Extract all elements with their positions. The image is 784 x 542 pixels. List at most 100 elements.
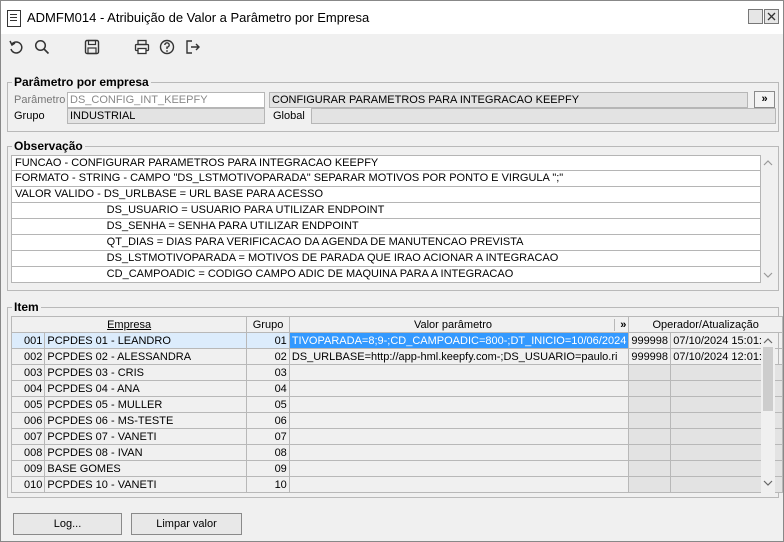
valor-cell[interactable] <box>288 428 630 445</box>
parametro-descricao: CONFIGURAR PARAMETROS PARA INTEGRACAO KE… <box>269 92 748 108</box>
observacao-line: CD_CAMPOADIC = CODIGO CAMPO ADIC DE MAQU… <box>11 267 761 283</box>
table-row[interactable]: 001 PCPDES 01 - LEANDRO 01 TIVOPARADA=8;9-;… <box>10 332 783 349</box>
col-header-valor[interactable]: Valor parâmetro» <box>288 316 630 333</box>
col-header-grupo[interactable]: Grupo <box>246 316 290 333</box>
table-row[interactable]: 010 PCPDES 10 - VANETI 10 <box>10 476 783 493</box>
grupo-cell: 09 <box>246 460 290 477</box>
global-label: Global <box>273 110 305 122</box>
empresa-cell: PCPDES 01 - LEANDRO <box>44 332 248 349</box>
document-icon <box>7 10 21 27</box>
global-field <box>311 108 776 124</box>
table-row[interactable]: 006 PCPDES 06 - MS-TESTE 06 <box>10 412 783 429</box>
observacao-line: VALOR VALIDO - DS_URLBASE = URL BASE PAR… <box>11 187 761 203</box>
valor-cell[interactable] <box>288 444 630 461</box>
empresa-cell: PCPDES 08 - IVAN <box>44 444 248 461</box>
observacao-group-title: Observação <box>12 139 85 153</box>
table-row[interactable]: 002 PCPDES 02 - ALESSANDRA 02 DS_URLBASE=ht… <box>10 348 783 365</box>
grupo-label: Grupo <box>14 110 45 122</box>
operador-cell: 999998 <box>628 348 672 365</box>
toolbar <box>1 34 783 60</box>
valor-cell[interactable] <box>288 380 630 397</box>
empresa-cell: PCPDES 10 - VANETI <box>44 476 248 493</box>
operador-cell <box>628 460 672 477</box>
observacao-line: DS_LSTMOTIVOPARADA = MOTIVOS DE PARADA Q… <box>11 251 761 267</box>
search-icon[interactable] <box>32 37 52 57</box>
item-table: Empresa Grupo Valor parâmetro» Operador/… <box>10 316 783 493</box>
cod-cell: 002 <box>10 348 46 365</box>
parametro-group-title: Parâmetro por empresa <box>12 75 151 89</box>
print-icon[interactable] <box>132 37 152 57</box>
observacao-scrollbar[interactable] <box>761 155 775 283</box>
valor-expand-button[interactable]: » <box>614 318 626 331</box>
valor-cell[interactable]: TIVOPARADA=8;9-;CD_CAMPOADIC=800-;DT_INI… <box>288 332 630 349</box>
valor-cell[interactable] <box>288 460 630 477</box>
grupo-cell: 04 <box>246 380 290 397</box>
valor-cell[interactable] <box>288 412 630 429</box>
grupo-cell: 10 <box>246 476 290 493</box>
empresa-cell: BASE GOMES <box>44 460 248 477</box>
exit-icon[interactable] <box>183 37 203 57</box>
item-scrollbar[interactable] <box>761 333 775 493</box>
empresa-cell: PCPDES 04 - ANA <box>44 380 248 397</box>
grupo-cell: 02 <box>246 348 290 365</box>
observacao-line: FUNCAO - CONFIGURAR PARAMETROS PARA INTE… <box>11 155 761 171</box>
operador-cell <box>628 444 672 461</box>
save-icon[interactable] <box>82 37 102 57</box>
limpar-valor-button[interactable]: Limpar valor <box>131 513 242 535</box>
cod-cell: 008 <box>10 444 46 461</box>
window-title: ADMFM014 - Atribuição de Valor a Parâmet… <box>27 10 370 25</box>
grupo-cell: 05 <box>246 396 290 413</box>
grupo-cell: 08 <box>246 444 290 461</box>
valor-cell[interactable]: DS_URLBASE=http://app-hml.keepfy.com-;DS… <box>288 348 630 365</box>
log-button[interactable]: Log... <box>13 513 122 535</box>
observacao-text-area[interactable]: FUNCAO - CONFIGURAR PARAMETROS PARA INTE… <box>11 155 761 283</box>
operador-cell <box>628 364 672 381</box>
operador-cell <box>628 380 672 397</box>
help-icon[interactable] <box>157 37 177 57</box>
grupo-cell: 07 <box>246 428 290 445</box>
valor-cell[interactable] <box>288 476 630 493</box>
table-row[interactable]: 007 PCPDES 07 - VANETI 07 <box>10 428 783 445</box>
observacao-line: QT_DIAS = DIAS PARA VERIFICACAO DA AGEND… <box>11 235 761 251</box>
cod-cell: 010 <box>10 476 46 493</box>
parametro-input[interactable]: DS_CONFIG_INT_KEEPFY <box>67 92 265 108</box>
table-row[interactable]: 008 PCPDES 08 - IVAN 08 <box>10 444 783 461</box>
valor-cell[interactable] <box>288 396 630 413</box>
item-group-title: Item <box>12 300 41 314</box>
grupo-cell: 03 <box>246 364 290 381</box>
title-bar: ADMFM014 - Atribuição de Valor a Parâmet… <box>1 1 783 34</box>
main-window: ADMFM014 - Atribuição de Valor a Parâmet… <box>0 0 784 542</box>
grupo-cell: 06 <box>246 412 290 429</box>
cod-cell: 007 <box>10 428 46 445</box>
cod-cell: 006 <box>10 412 46 429</box>
empresa-cell: PCPDES 07 - VANETI <box>44 428 248 445</box>
operador-cell <box>628 428 672 445</box>
operador-cell <box>628 396 672 413</box>
observacao-line: FORMATO - STRING - CAMPO "DS_LSTMOTIVOPA… <box>11 171 761 187</box>
empresa-cell: PCPDES 03 - CRIS <box>44 364 248 381</box>
cod-cell: 005 <box>10 396 46 413</box>
grupo-field: INDUSTRIAL <box>67 108 265 124</box>
operador-cell: 999998 <box>628 332 672 349</box>
col-header-operador[interactable]: Operador/Atualização <box>628 316 783 333</box>
undo-icon[interactable] <box>6 37 26 57</box>
minimize-button[interactable] <box>748 9 763 24</box>
col-header-empresa[interactable]: Empresa <box>10 316 248 333</box>
cod-cell: 003 <box>10 364 46 381</box>
empresa-cell: PCPDES 05 - MULLER <box>44 396 248 413</box>
operador-cell <box>628 476 672 493</box>
close-button[interactable] <box>764 9 779 24</box>
cod-cell: 009 <box>10 460 46 477</box>
empresa-cell: PCPDES 02 - ALESSANDRA <box>44 348 248 365</box>
parametro-expand-button[interactable]: » <box>754 91 775 108</box>
cod-cell: 001 <box>10 332 46 349</box>
valor-cell[interactable] <box>288 364 630 381</box>
parametro-label: Parâmetro <box>14 94 66 106</box>
table-row[interactable]: 004 PCPDES 04 - ANA 04 <box>10 380 783 397</box>
table-row[interactable]: 009 BASE GOMES 09 <box>10 460 783 477</box>
cod-cell: 004 <box>10 380 46 397</box>
empresa-cell: PCPDES 06 - MS-TESTE <box>44 412 248 429</box>
table-row[interactable]: 003 PCPDES 03 - CRIS 03 <box>10 364 783 381</box>
table-row[interactable]: 005 PCPDES 05 - MULLER 05 <box>10 396 783 413</box>
observacao-line: DS_USUARIO = USUARIO PARA UTILIZAR ENDPO… <box>11 203 761 219</box>
